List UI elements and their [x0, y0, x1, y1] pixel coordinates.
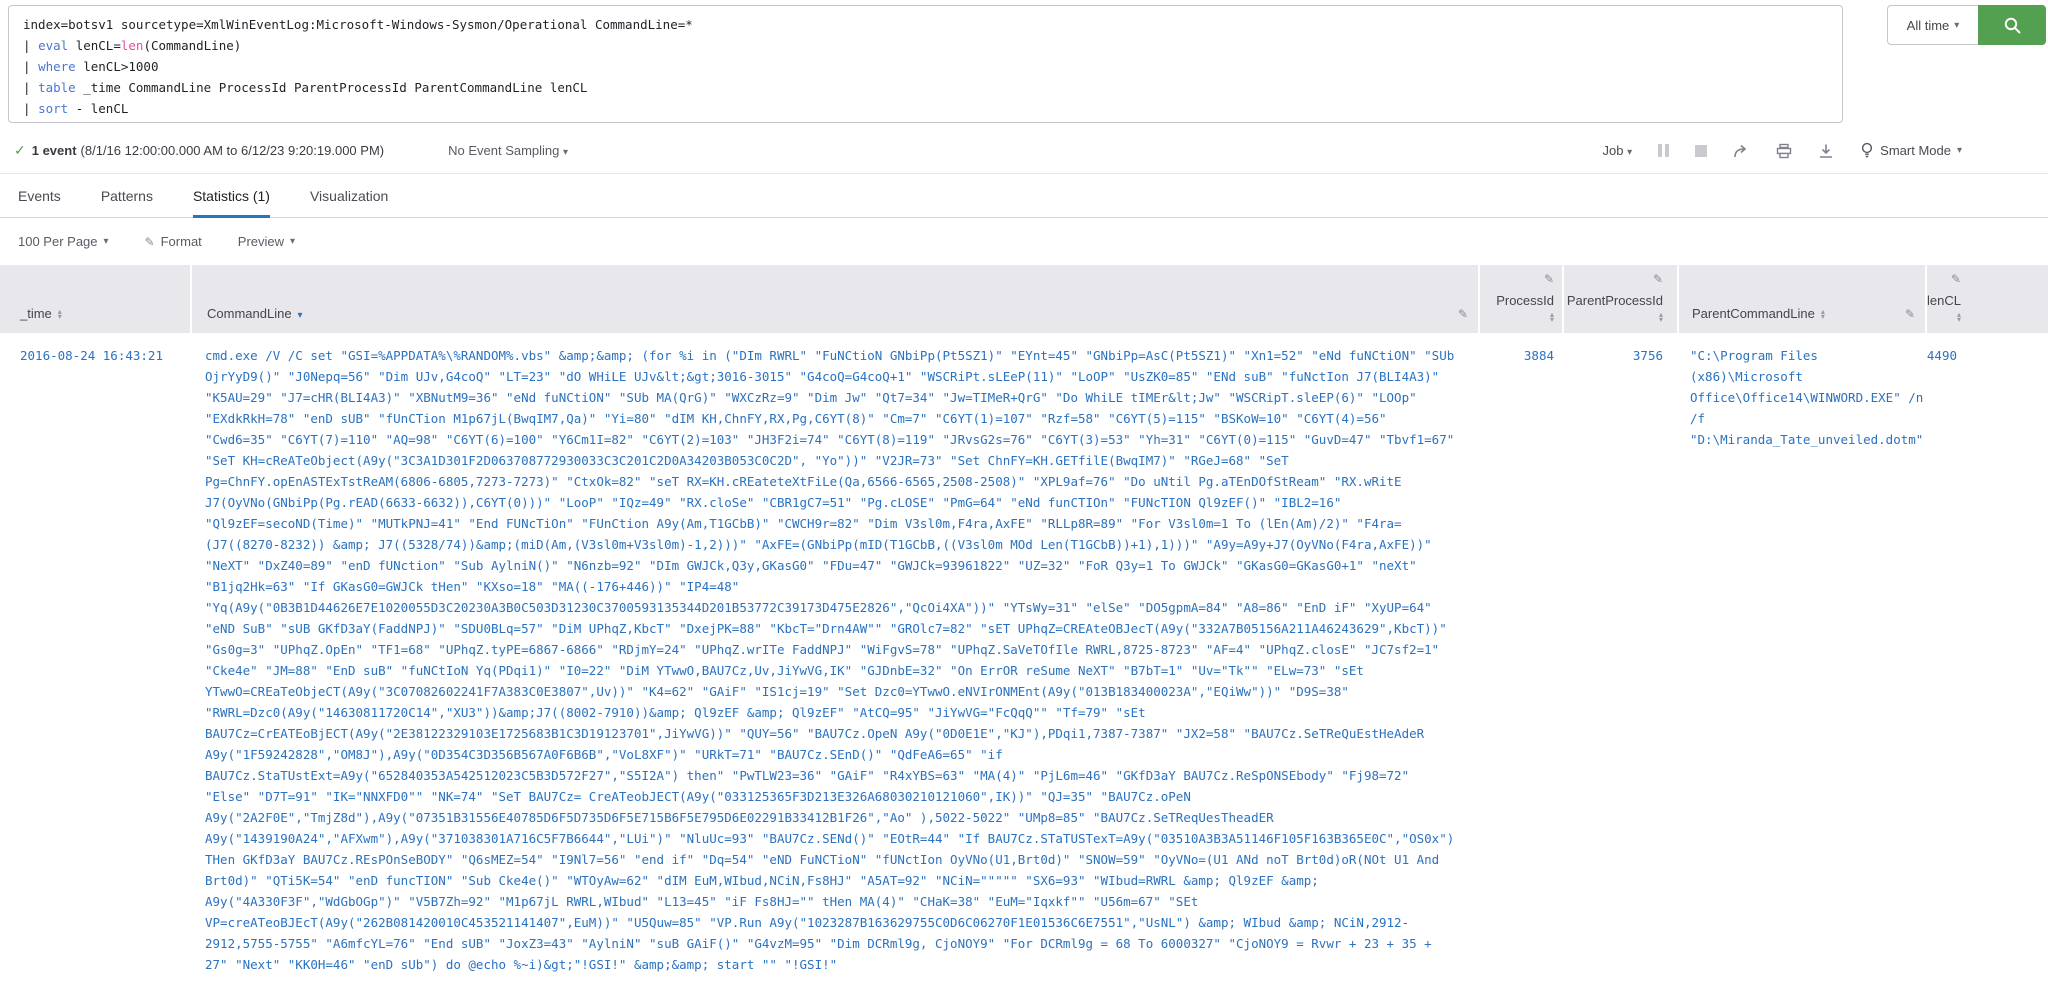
job-menu[interactable]: Job ▾ [1603, 143, 1633, 158]
event-sampling-dropdown[interactable]: No Event Sampling ▾ [448, 143, 568, 158]
column-header-spacer [1985, 265, 2048, 333]
query-line-2: | eval lenCL=len(CommandLine) [23, 35, 1828, 56]
search-icon [2003, 16, 2022, 35]
preview-dropdown[interactable]: Preview▾ [238, 234, 295, 249]
sort-icon: ▴▾ [1821, 309, 1825, 319]
column-header-commandline[interactable]: CommandLine▾ ✎ [190, 265, 1478, 333]
pencil-icon[interactable]: ✎ [1905, 307, 1915, 321]
cell-parentprocessid[interactable]: 3756 [1562, 333, 1677, 975]
download-icon [1818, 143, 1834, 159]
chevron-down-icon: ▾ [1627, 147, 1632, 158]
tab-statistics[interactable]: Statistics (1) [193, 174, 270, 217]
results-toolbar: 100 Per Page▾ ✎Format Preview▾ [0, 218, 2048, 265]
column-header-processid[interactable]: ✎ ProcessId ▴▾ [1478, 265, 1562, 333]
column-header-parentcommandline[interactable]: ParentCommandLine▴▾ ✎ [1677, 265, 1925, 333]
format-button[interactable]: ✎Format [145, 234, 202, 249]
query-line-1: index=botsv1 sourcetype=XmlWinEventLog:M… [23, 17, 693, 32]
export-button[interactable] [1818, 143, 1834, 159]
query-line-4: | table _time CommandLine ProcessId Pare… [23, 77, 1828, 98]
pencil-icon: ✎ [145, 235, 155, 249]
per-page-dropdown[interactable]: 100 Per Page▾ [18, 234, 109, 249]
sort-icon: ▴▾ [1957, 312, 1961, 322]
splunk-search-app: index=botsv1 sourcetype=XmlWinEventLog:M… [0, 0, 2048, 975]
time-range-picker[interactable]: All time ▾ [1887, 5, 1978, 45]
search-button[interactable] [1978, 5, 2046, 45]
chevron-down-icon: ▾ [290, 236, 295, 247]
print-button[interactable] [1776, 143, 1792, 159]
statistics-table-header: _time▴▾ CommandLine▾ ✎ ✎ ProcessId ▴▾ ✎ … [0, 265, 2048, 333]
pause-button[interactable] [1658, 144, 1669, 157]
lightbulb-icon [1860, 142, 1874, 159]
event-count: 1 event [32, 143, 77, 158]
sort-icon: ▴▾ [1659, 312, 1663, 322]
tab-visualization[interactable]: Visualization [310, 174, 388, 217]
search-mode-label: Smart Mode [1880, 143, 1951, 158]
sort-desc-icon: ▾ [298, 310, 303, 321]
query-line-3: | where lenCL>1000 [23, 56, 1828, 77]
pencil-icon[interactable]: ✎ [1544, 272, 1554, 286]
search-query-input[interactable]: index=botsv1 sourcetype=XmlWinEventLog:M… [8, 5, 1843, 123]
tab-patterns[interactable]: Patterns [101, 174, 153, 217]
column-header-time[interactable]: _time▴▾ [0, 265, 190, 333]
cell-processid[interactable]: 3884 [1478, 333, 1562, 975]
cell-parentcommandline[interactable]: "C:\Program Files (x86)\Microsoft Office… [1677, 333, 1925, 975]
event-time-range: (8/1/16 12:00:00.000 AM to 6/12/23 9:20:… [81, 143, 385, 158]
tab-events[interactable]: Events [18, 174, 61, 217]
pencil-icon[interactable]: ✎ [1653, 272, 1663, 286]
column-header-lencl[interactable]: ✎ lenCL ▴▾ [1925, 265, 1985, 333]
column-header-parentprocessid[interactable]: ✎ ParentProcessId ▴▾ [1562, 265, 1677, 333]
chevron-down-icon: ▾ [1957, 145, 1962, 156]
pencil-icon[interactable]: ✎ [1951, 272, 1961, 286]
sort-icon: ▴▾ [1550, 312, 1554, 322]
search-bar-row: index=botsv1 sourcetype=XmlWinEventLog:M… [0, 0, 2048, 128]
chevron-down-icon: ▾ [563, 147, 568, 158]
cell-commandline[interactable]: cmd.exe /V /C set "GSI=%APPDATA%\%RANDOM… [190, 333, 1478, 975]
share-icon [1733, 143, 1750, 159]
sort-icon: ▴▾ [58, 309, 62, 319]
success-check-icon: ✓ [14, 142, 26, 159]
share-button[interactable] [1733, 143, 1750, 159]
table-row: 2016-08-24 16:43:21 cmd.exe /V /C set "G… [0, 333, 2048, 975]
chevron-down-icon: ▾ [1954, 20, 1959, 31]
time-range-label: All time [1907, 18, 1950, 33]
results-tabs: Events Patterns Statistics (1) Visualiza… [0, 174, 2048, 218]
cell-lencl[interactable]: 4490 [1925, 333, 1985, 975]
search-mode-selector[interactable]: Smart Mode ▾ [1860, 142, 1962, 159]
pencil-icon[interactable]: ✎ [1458, 307, 1468, 321]
job-status-bar: ✓ 1 event (8/1/16 12:00:00.000 AM to 6/1… [0, 128, 2048, 174]
cell-spacer [1985, 333, 2048, 975]
cell-time[interactable]: 2016-08-24 16:43:21 [0, 333, 190, 975]
stop-button[interactable] [1695, 145, 1707, 157]
chevron-down-icon: ▾ [104, 236, 109, 247]
print-icon [1776, 143, 1792, 159]
query-line-5: | sort - lenCL [23, 98, 1828, 119]
